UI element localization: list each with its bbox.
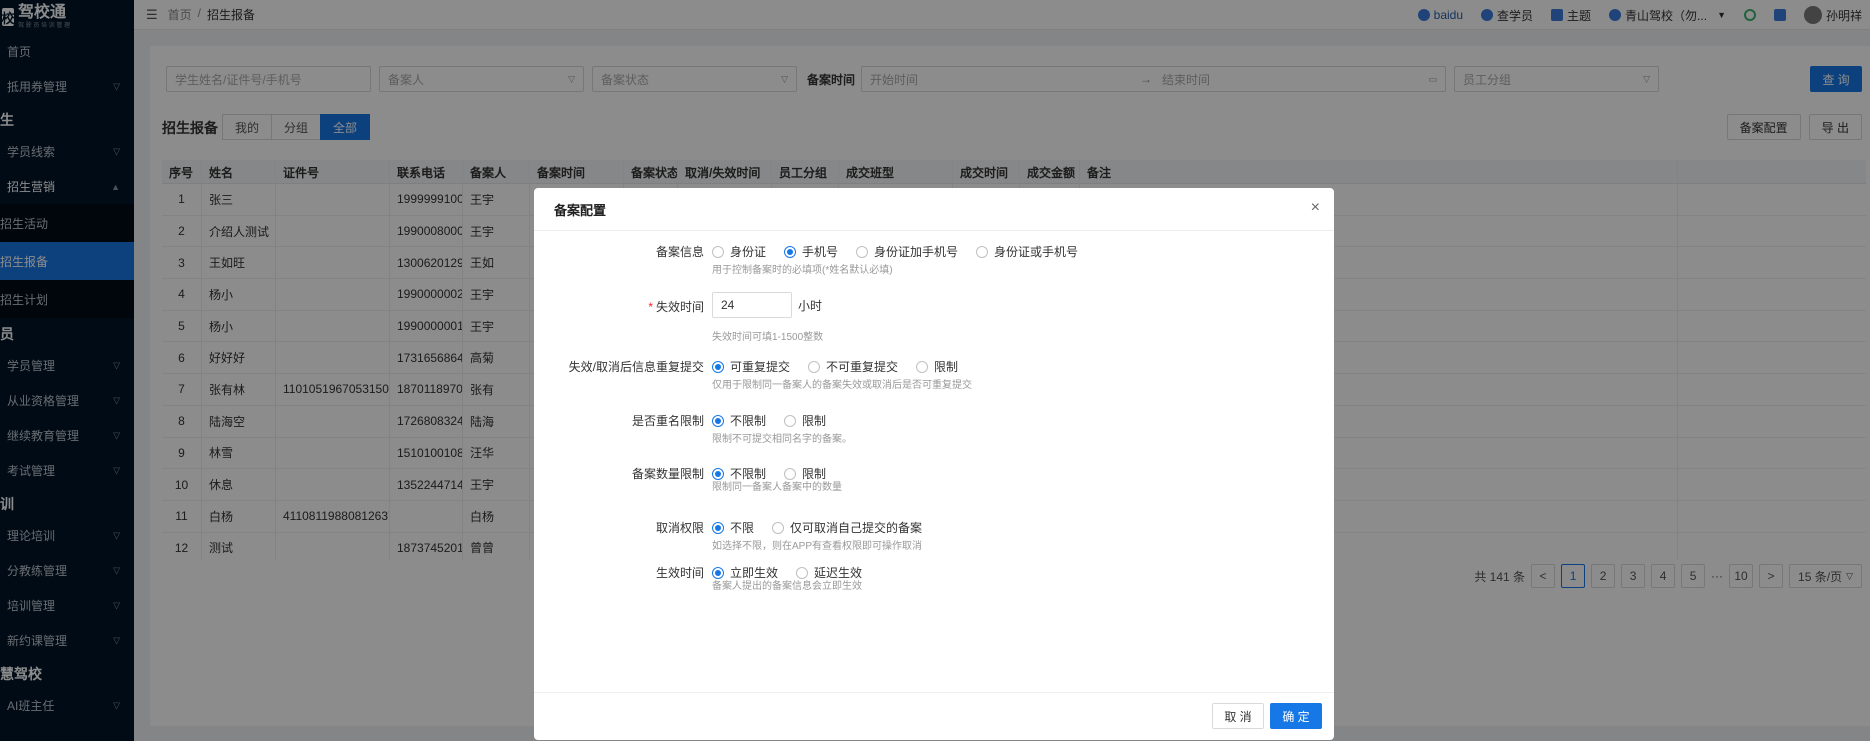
form-label-text: 生效时间 [655,566,704,580]
radio-option[interactable]: 不可重复提交 [808,358,898,375]
form-hint: 仅用于限制同一备案人的备案失效或取消后是否可重复提交 [712,380,972,391]
radio-checked-icon[interactable] [712,521,724,534]
form-label: 是否重名限制 [632,412,704,429]
radio-label: 不可重复提交 [826,360,899,374]
confirm-button[interactable]: 确 定 [1270,703,1322,729]
radio-option[interactable]: 不限制 [712,412,766,429]
cancel-button[interactable]: 取 消 [1212,703,1264,729]
radio-unchecked-icon[interactable] [856,245,869,258]
radio-unchecked-icon[interactable] [772,521,785,534]
required-mark: * [648,300,653,314]
config-modal: 备案配置 × 备案信息 身份证 手机号 身份证加手机号 身份证或手机号用于控制备案时的必… [534,188,1334,740]
radio-label: 身份证加手机号 [874,245,959,259]
form-label: 生效时间 [656,564,704,581]
form-label: 失效/取消后信息重复提交 [569,358,704,375]
radio-option[interactable]: 身份证加手机号 [856,243,958,260]
form-hint: 如选择不限，则在APP有查看权限即可操作取消 [712,541,923,552]
form-label-text: 备案信息 [655,245,704,259]
form-hint: 限制同一备案人备案中的数量 [712,482,842,493]
form-label: * 失效时间 [648,298,704,315]
form-label-text: 失效/取消后信息重复提交 [568,360,704,374]
radio-label: 身份证或手机号 [994,245,1079,259]
unit-label: 小时 [798,298,823,313]
form-hint: 备案人提出的备案信息会立即生效 [712,581,862,592]
expire-hours-input[interactable]: 24 [712,292,792,318]
app-root: 校 驾校通 驾 驶 员 培 训 管 理 首页 抵用券管理 ▽ 生学员线索 ▽ 招生营销 ▲ 招… [0,0,1870,741]
radio-option[interactable]: 不限 [712,519,754,536]
radio-option[interactable]: 仅可取消自己提交的备案 [772,519,922,536]
form-control: 不限 仅可取消自己提交的备案 [712,519,922,536]
form-hint: 失效时间可填1-1500整数 [712,332,824,343]
radio-unchecked-icon[interactable] [712,245,724,258]
form-label-text: 备案数量限制 [631,467,704,481]
close-icon[interactable]: × [1311,199,1320,217]
radio-label: 不限制 [730,414,767,428]
radio-label: 可重复提交 [730,360,791,374]
radio-unchecked-icon[interactable] [976,245,989,258]
radio-label: 限制 [934,360,959,374]
form-hint: 限制不可提交相同名字的备案。 [712,434,852,445]
form-control: 不限制 限制 [712,412,826,429]
form-label-text: 取消权限 [655,521,704,535]
form-label-text: 失效时间 [655,300,704,314]
radio-label: 手机号 [802,245,839,259]
radio-unchecked-icon[interactable] [784,414,797,427]
form-control: 24 小时 [712,292,822,318]
modal-footer: 取 消 确 定 [534,692,1334,740]
radio-option[interactable]: 身份证 [712,243,766,260]
radio-label: 限制 [802,414,827,428]
radio-option[interactable]: 限制 [916,358,958,375]
form-control: 可重复提交 不可重复提交 限制 [712,358,958,375]
radio-checked-icon[interactable] [712,360,724,373]
radio-checked-icon[interactable] [712,414,724,427]
form-label: 备案数量限制 [632,465,704,482]
radio-option[interactable]: 身份证或手机号 [976,243,1078,260]
radio-option[interactable]: 手机号 [784,243,838,260]
radio-checked-icon[interactable] [784,245,797,258]
radio-unchecked-icon[interactable] [808,360,821,373]
radio-unchecked-icon[interactable] [916,360,929,373]
modal-title: 备案配置 [554,202,607,218]
radio-option[interactable]: 可重复提交 [712,358,790,375]
modal-header: 备案配置 [534,188,1334,231]
form-hint: 用于控制备案时的必填项(*姓名默认必填) [712,265,893,276]
form-label: 取消权限 [656,519,704,536]
radio-label: 身份证 [730,245,767,259]
radio-label: 不限 [730,521,755,535]
radio-option[interactable]: 限制 [784,412,826,429]
form-label: 备案信息 [656,243,704,260]
form-label-text: 是否重名限制 [631,414,704,428]
form-control: 身份证 手机号 身份证加手机号 身份证或手机号 [712,243,1078,260]
radio-label: 仅可取消自己提交的备案 [790,521,923,535]
